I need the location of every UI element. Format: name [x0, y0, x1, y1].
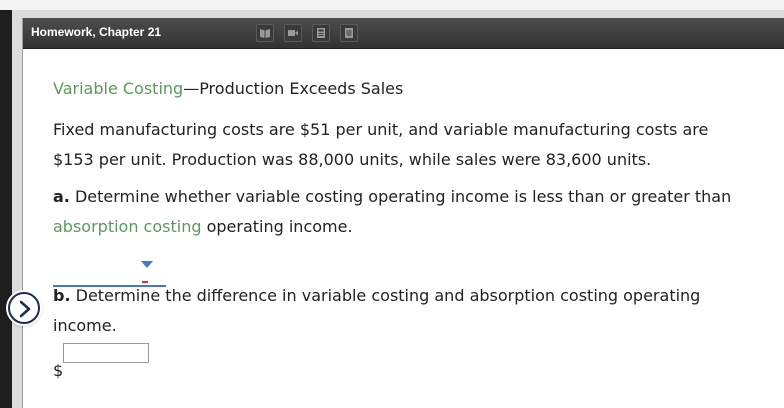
- currency-symbol: $: [53, 361, 64, 380]
- left-edge-bar: [0, 10, 12, 408]
- problem-heading: Variable Costing—Production Exceeds Sale…: [53, 79, 403, 98]
- part-a-question: a. Determine whether variable costing op…: [53, 182, 731, 241]
- intro-line-2: $153 per unit. Production was 88,000 uni…: [53, 149, 652, 169]
- part-b-label: b.: [53, 286, 71, 305]
- absorption-costing-link[interactable]: absorption costing: [53, 217, 202, 236]
- window-titlebar: Homework, Chapter 21: [23, 18, 784, 49]
- part-a-line-1: Determine whether variable costing opera…: [69, 187, 732, 206]
- variable-costing-link[interactable]: Variable Costing: [53, 79, 183, 98]
- part-b-question: b. Determine the difference in variable …: [53, 281, 700, 340]
- video-icon[interactable]: [284, 24, 302, 42]
- dropdown-underline: [53, 285, 166, 287]
- homework-window: Homework, Chapter 21 Variable Costing—Pr…: [22, 18, 784, 408]
- next-question-button[interactable]: [8, 292, 40, 324]
- chevron-down-icon[interactable]: [141, 261, 153, 268]
- part-a-line-2: operating income.: [201, 216, 353, 236]
- document-icon[interactable]: [340, 24, 358, 42]
- window-title: Homework, Chapter 21: [31, 25, 162, 39]
- answer-indicator-mark: [142, 281, 148, 283]
- difference-amount-input[interactable]: [63, 343, 149, 363]
- intro-line-1: Fixed manufacturing costs are $51 per un…: [53, 120, 709, 139]
- book-icon[interactable]: [256, 24, 274, 42]
- income-comparison-dropdown[interactable]: [53, 258, 166, 288]
- part-b-line-1: Determine the difference in variable cos…: [70, 286, 701, 305]
- problem-intro: Fixed manufacturing costs are $51 per un…: [53, 115, 708, 174]
- part-a-label: a.: [53, 187, 70, 206]
- chevron-right-icon: [19, 300, 31, 318]
- part-b-line-2: income.: [53, 315, 117, 335]
- calculator-icon[interactable]: [312, 24, 330, 42]
- problem-heading-rest: —Production Exceeds Sales: [183, 79, 404, 98]
